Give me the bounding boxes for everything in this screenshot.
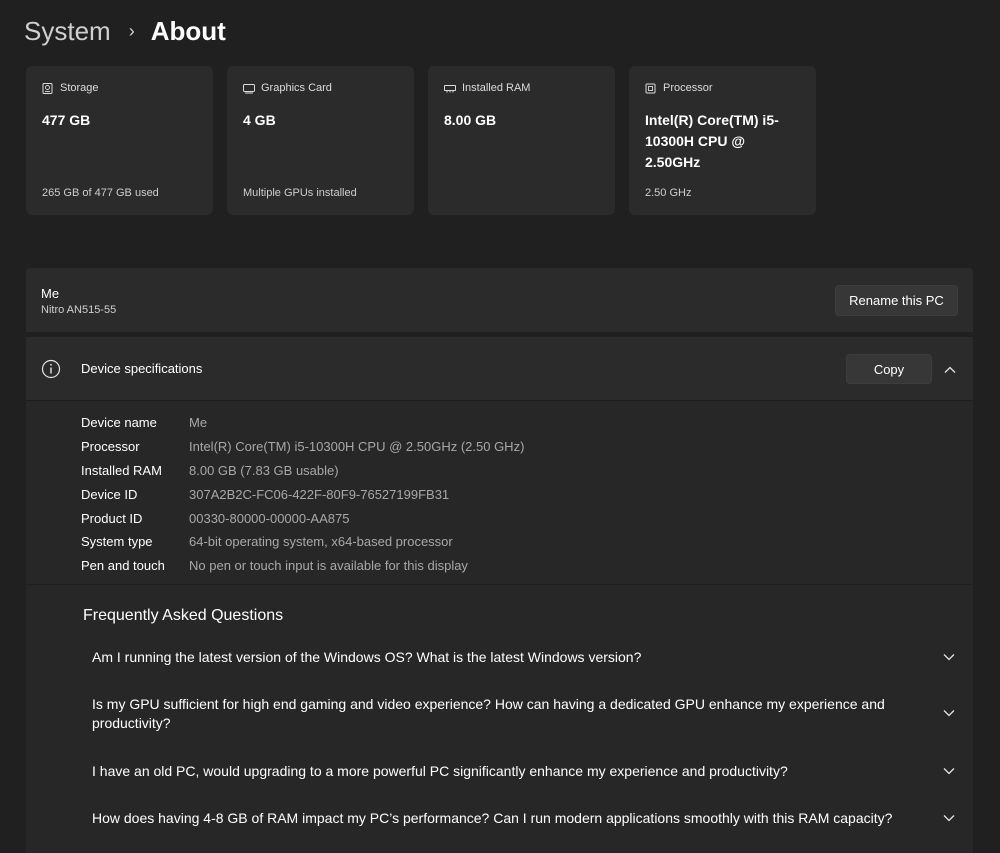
spec-value: No pen or touch input is available for t… — [189, 558, 468, 574]
faq-question: How does having 4-8 GB of RAM impact my … — [92, 810, 893, 826]
copy-button[interactable]: Copy — [846, 354, 932, 384]
chevron-up-icon[interactable] — [943, 363, 957, 377]
spec-row-device-id: Device ID 307A2B2C-FC06-422F-80F9-7652719… — [81, 482, 524, 506]
breadcrumb: System › About — [24, 14, 226, 48]
breadcrumb-system[interactable]: System — [24, 16, 111, 47]
graphics-card-icon — [243, 83, 255, 94]
pc-model: Nitro AN515-55 — [41, 304, 117, 316]
spec-value: Intel(R) Core(TM) i5-10300H CPU @ 2.50GH… — [189, 439, 525, 455]
spec-key: Device name — [81, 415, 157, 431]
chevron-down-icon[interactable] — [942, 764, 956, 778]
spec-cards: Storage 477 GB 265 GB of 477 GB used Gra… — [26, 66, 816, 215]
faq-item[interactable]: Is my GPU sufficient for high end gaming… — [92, 695, 956, 733]
chevron-down-icon[interactable] — [942, 706, 956, 720]
card-label: Installed RAM — [462, 82, 531, 94]
spec-key: Pen and touch — [81, 558, 165, 574]
card-label: Graphics Card — [261, 82, 332, 94]
processor-card: Processor Intel(R) Core(TM) i5-10300H CP… — [629, 66, 816, 215]
ram-icon — [444, 83, 456, 94]
faq-question: I have an old PC, would upgrading to a m… — [92, 763, 788, 779]
spec-row-product-id: Product ID 00330-80000-00000-AA875 — [81, 506, 524, 530]
card-value: 4 GB — [243, 112, 276, 128]
spec-key: System type — [81, 534, 153, 550]
info-icon — [41, 359, 61, 379]
spec-value: Me — [189, 415, 208, 431]
divider — [26, 584, 973, 585]
spec-key: Device ID — [81, 486, 138, 502]
card-value: 8.00 GB — [444, 112, 497, 128]
pc-name: Me — [41, 286, 60, 301]
spec-row-installed-ram: Installed RAM 8.00 GB (7.83 GB usable) — [81, 459, 524, 483]
device-specifications-title: Device specifications — [81, 361, 203, 376]
spec-list: Device name Me Processor Intel(R) Core(TM)… — [81, 411, 524, 578]
spec-key: Installed RAM — [81, 462, 162, 478]
spec-value: 64-bit operating system, x64-based proce… — [189, 534, 453, 550]
spec-value: 307A2B2C-FC06-422F-80F9-76527199FB31 — [189, 486, 450, 502]
spec-key: Processor — [81, 439, 140, 455]
card-label: Storage — [60, 82, 99, 94]
chevron-down-icon[interactable] — [942, 650, 956, 664]
faq-item[interactable]: How does having 4-8 GB of RAM impact my … — [92, 809, 956, 828]
spec-value: 00330-80000-00000-AA875 — [189, 510, 350, 526]
device-specifications-header[interactable]: Device specifications Copy — [26, 337, 973, 401]
card-subtext: 2.50 GHz — [645, 187, 692, 199]
spec-row-system-type: System type 64-bit operating system, x64-… — [81, 530, 524, 554]
graphics-card-card: Graphics Card 4 GB Multiple GPUs install… — [227, 66, 414, 215]
page-title: About — [150, 15, 226, 46]
card-label: Processor — [663, 82, 713, 94]
breadcrumb-chevron-icon: › — [128, 20, 135, 41]
faq-item[interactable]: Am I running the latest version of the W… — [92, 648, 956, 667]
device-specifications-panel: Device specifications Copy Device name Me… — [26, 337, 973, 853]
spec-row-processor: Processor Intel(R) Core(TM) i5-10300H CPU… — [81, 435, 524, 459]
storage-card: Storage 477 GB 265 GB of 477 GB used — [26, 66, 213, 215]
rename-pc-button[interactable]: Rename this PC — [835, 285, 958, 316]
card-value: 477 GB — [42, 112, 91, 128]
faq-title: Frequently Asked Questions — [83, 607, 284, 624]
spec-value: 8.00 GB (7.83 GB usable) — [189, 462, 339, 478]
faq-question: Is my GPU sufficient for high end gaming… — [92, 696, 885, 731]
pc-name-row: Me Nitro AN515-55 Rename this PC — [26, 268, 973, 332]
chevron-down-icon[interactable] — [942, 811, 956, 825]
faq-question: Am I running the latest version of the W… — [92, 649, 642, 665]
spec-key: Product ID — [81, 510, 143, 526]
spec-row-pen-and-touch: Pen and touch No pen or touch input is av… — [81, 554, 524, 578]
spec-row-device-name: Device name Me — [81, 411, 524, 435]
card-subtext: Multiple GPUs installed — [243, 187, 357, 199]
processor-icon — [645, 83, 656, 94]
storage-icon — [42, 82, 53, 94]
card-value: Intel(R) Core(TM) i5-10300H CPU @ 2.50GH… — [645, 112, 779, 170]
installed-ram-card: Installed RAM 8.00 GB — [428, 66, 615, 215]
faq-item[interactable]: I have an old PC, would upgrading to a m… — [92, 762, 956, 781]
card-subtext: 265 GB of 477 GB used — [42, 187, 159, 199]
